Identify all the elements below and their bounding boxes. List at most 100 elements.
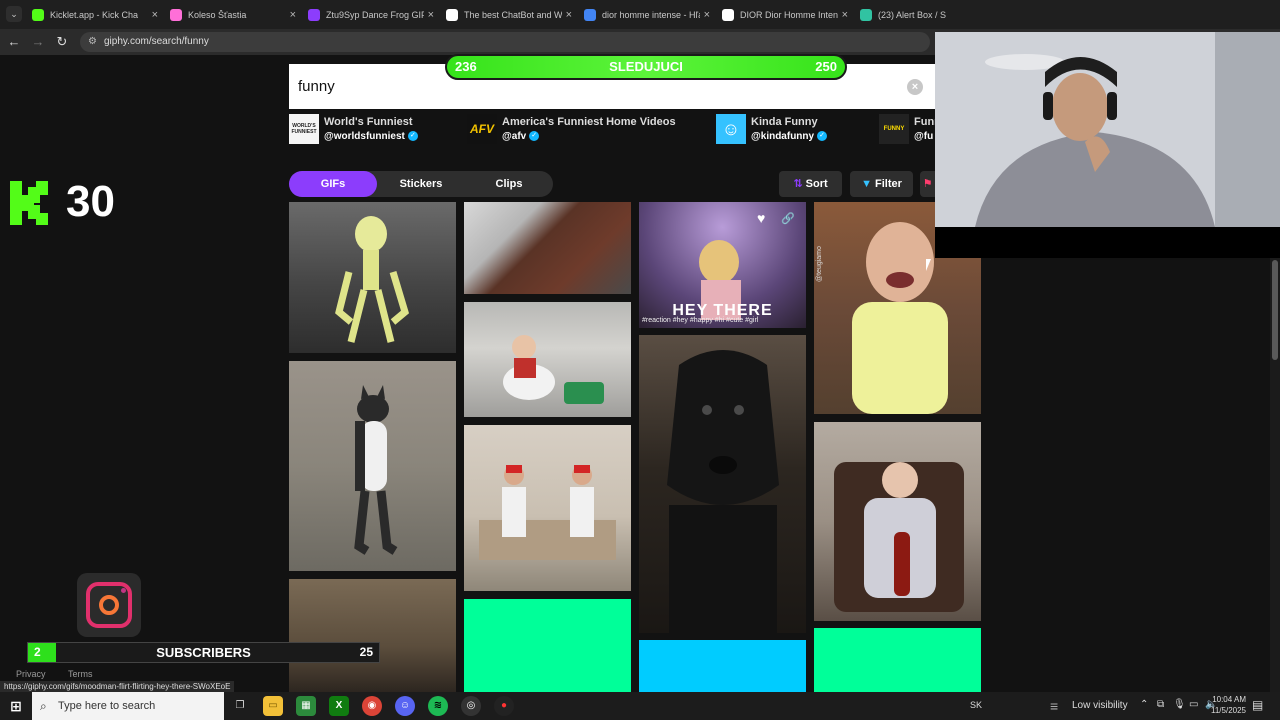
obs-icon[interactable]: ◎ <box>461 696 481 716</box>
task-view-icon[interactable]: ❐ <box>230 696 250 716</box>
filter-button[interactable]: ▼ Filter <box>850 171 913 197</box>
channel-name: World's Funniest <box>324 116 413 128</box>
channel-logo: FUNNY <box>879 114 909 144</box>
tab-stickers[interactable]: Stickers <box>377 171 465 197</box>
sub-label: SUBSCRIBERS <box>156 645 251 660</box>
channel-handle: @kindafunny <box>751 131 815 142</box>
channel-logo: ☺ <box>716 114 746 144</box>
sort-button[interactable]: ⇅ Sort <box>779 171 842 197</box>
browser-tab[interactable]: The best ChatBot and Wi × <box>440 2 578 28</box>
taskbar-search-placeholder: Type here to search <box>58 700 156 712</box>
channel-logo: AFV <box>467 114 497 144</box>
footer-link-privacy[interactable]: Privacy <box>16 669 46 679</box>
tab-clips[interactable]: Clips <box>465 171 553 197</box>
browser-tab-strip: ⌄ Kicklet.app - Kick Cha × Koleso Šťastia ×… <box>0 0 1280 29</box>
weather-text[interactable]: Low visibility <box>1072 700 1128 711</box>
gif-two-dancers[interactable] <box>464 425 631 591</box>
windows-taskbar: ⊞ ⌕ Type here to search ❐ ▭ ▦ X ◉ ☺ ≋ ◎ … <box>0 692 1280 720</box>
tray-chevron-icon[interactable]: ⌃ <box>1140 699 1148 710</box>
clear-search-icon[interactable]: × <box>907 79 923 95</box>
channel-worldsfunniest[interactable]: WORLD'S FUNNIEST World's Funniest @world… <box>289 114 418 144</box>
filter-label: Filter <box>875 178 902 190</box>
tab-close-icon[interactable]: × <box>704 9 710 21</box>
tab-title: DIOR Dior Homme Intens <box>740 10 838 20</box>
chrome-icon[interactable]: ◉ <box>362 696 382 716</box>
spotify-icon[interactable]: ≋ <box>428 696 448 716</box>
tab-close-icon[interactable]: × <box>842 9 848 21</box>
tab-title: Koleso Šťastia <box>188 10 247 20</box>
clock-time: 10:04 AM <box>1212 695 1246 704</box>
browser-tab[interactable]: dior homme intense - Hľa × <box>578 2 716 28</box>
tab-favicon-icon <box>584 9 596 21</box>
network-icon[interactable]: ▭ <box>1189 699 1198 710</box>
sort-label: Sort <box>805 178 828 190</box>
channel-handle: @afv <box>502 131 527 142</box>
store-icon[interactable]: ▦ <box>296 696 316 716</box>
goal-label: SLEDUJUCI <box>609 59 683 74</box>
tab-close-icon[interactable]: × <box>428 9 434 21</box>
gif-grandma-cola[interactable] <box>814 422 981 621</box>
forward-icon[interactable]: → <box>30 34 46 50</box>
notifications-icon[interactable]: ▤ <box>1252 698 1263 712</box>
tab-favicon-icon <box>308 9 320 21</box>
browser-tab[interactable]: (23) Alert Box / S <box>854 2 992 28</box>
clock[interactable]: 10:04 AM 11/5/2025 <box>1200 694 1246 716</box>
back-icon[interactable]: ← <box>6 34 22 50</box>
scrollbar-thumb[interactable] <box>1272 260 1278 360</box>
gif-watermark: @teugiamo <box>816 246 823 282</box>
channel-funny[interactable]: FUNNY Funn @fu <box>879 114 935 144</box>
discord-icon[interactable]: ☺ <box>395 696 415 716</box>
xbox-icon[interactable]: X <box>329 696 349 716</box>
webcam-feed <box>935 32 1280 227</box>
browser-tab[interactable]: Kicklet.app - Kick Cha × <box>26 2 164 28</box>
browser-tab[interactable]: Ztu9Syp Dance Frog GIF - × <box>302 2 440 28</box>
site-info-icon[interactable]: ⚙ <box>88 32 97 52</box>
gif-black-dog[interactable] <box>639 335 806 633</box>
toilet-figure <box>503 335 604 404</box>
address-bar[interactable]: ⚙ giphy.com/search/funny <box>80 32 930 52</box>
windows-start-icon[interactable]: ⊞ <box>6 696 26 716</box>
tab-gifs[interactable]: GIFs <box>289 171 377 197</box>
tab-favicon-icon <box>446 9 458 21</box>
verified-icon: ✓ <box>817 131 828 142</box>
footer-link-terms[interactable]: Terms <box>68 669 93 679</box>
recorder-icon[interactable]: ● <box>494 696 514 716</box>
flag-icon[interactable]: ⚑ <box>920 171 935 197</box>
tab-search-chevron-icon[interactable]: ⌄ <box>6 6 22 22</box>
sub-target: 25 <box>359 645 373 659</box>
goal-target: 250 <box>815 59 837 74</box>
streamer-figure <box>935 32 1280 227</box>
gif-baby-toilet[interactable] <box>464 302 631 417</box>
gif-placeholder-green-2[interactable] <box>814 628 981 692</box>
browser-tab[interactable]: DIOR Dior Homme Intens × <box>716 2 854 28</box>
channel-kindafunny[interactable]: ☺ Kinda Funny @kindafunny ✓ <box>716 114 828 144</box>
tab-title: dior homme intense - Hľa <box>602 10 700 20</box>
kick-count: 30 <box>66 177 115 226</box>
browser-tab[interactable]: Koleso Šťastia × <box>164 2 302 28</box>
gif-hey-there[interactable]: ♥ 🔗 HEY THERE #reaction #hey #happy #hi … <box>639 202 806 328</box>
page-scrollbar[interactable] <box>1270 258 1280 692</box>
gif-room-scene[interactable] <box>289 579 456 692</box>
language-indicator[interactable]: SK <box>970 700 982 710</box>
file-explorer-icon[interactable]: ▭ <box>263 696 283 716</box>
tab-close-icon[interactable]: × <box>566 9 572 21</box>
microphone-icon[interactable]: 🎙 <box>1173 699 1186 710</box>
tab-close-icon[interactable]: × <box>290 9 296 21</box>
gif-hashtags: #reaction #hey #happy #hi #cute #girl <box>642 317 759 324</box>
tray-app-icon[interactable]: ⧉ <box>1157 699 1164 710</box>
tab-favicon-icon <box>170 9 182 21</box>
tab-title: (23) Alert Box / S <box>878 10 947 20</box>
taskbar-search[interactable]: ⌕ Type here to search <box>32 692 224 720</box>
channel-handle: @fu <box>914 131 934 142</box>
gif-placeholder-green[interactable] <box>464 599 631 692</box>
reload-icon[interactable]: ↻ <box>54 34 70 50</box>
gif-placeholder-blue[interactable] <box>639 640 806 692</box>
channel-afv[interactable]: AFV America's Funniest Home Videos @afv ✓ <box>467 114 676 144</box>
gif-dancing-skeleton[interactable] <box>289 202 456 353</box>
gif-dog-car-window[interactable] <box>464 202 631 294</box>
weather-icon: ≡ <box>1050 698 1059 714</box>
tab-close-icon[interactable]: × <box>152 9 158 21</box>
tab-title: Ztu9Syp Dance Frog GIF - <box>326 10 424 20</box>
gif-standing-cat[interactable] <box>289 361 456 571</box>
subscriber-goal-bar: 2 SUBSCRIBERS 25 <box>27 642 380 663</box>
